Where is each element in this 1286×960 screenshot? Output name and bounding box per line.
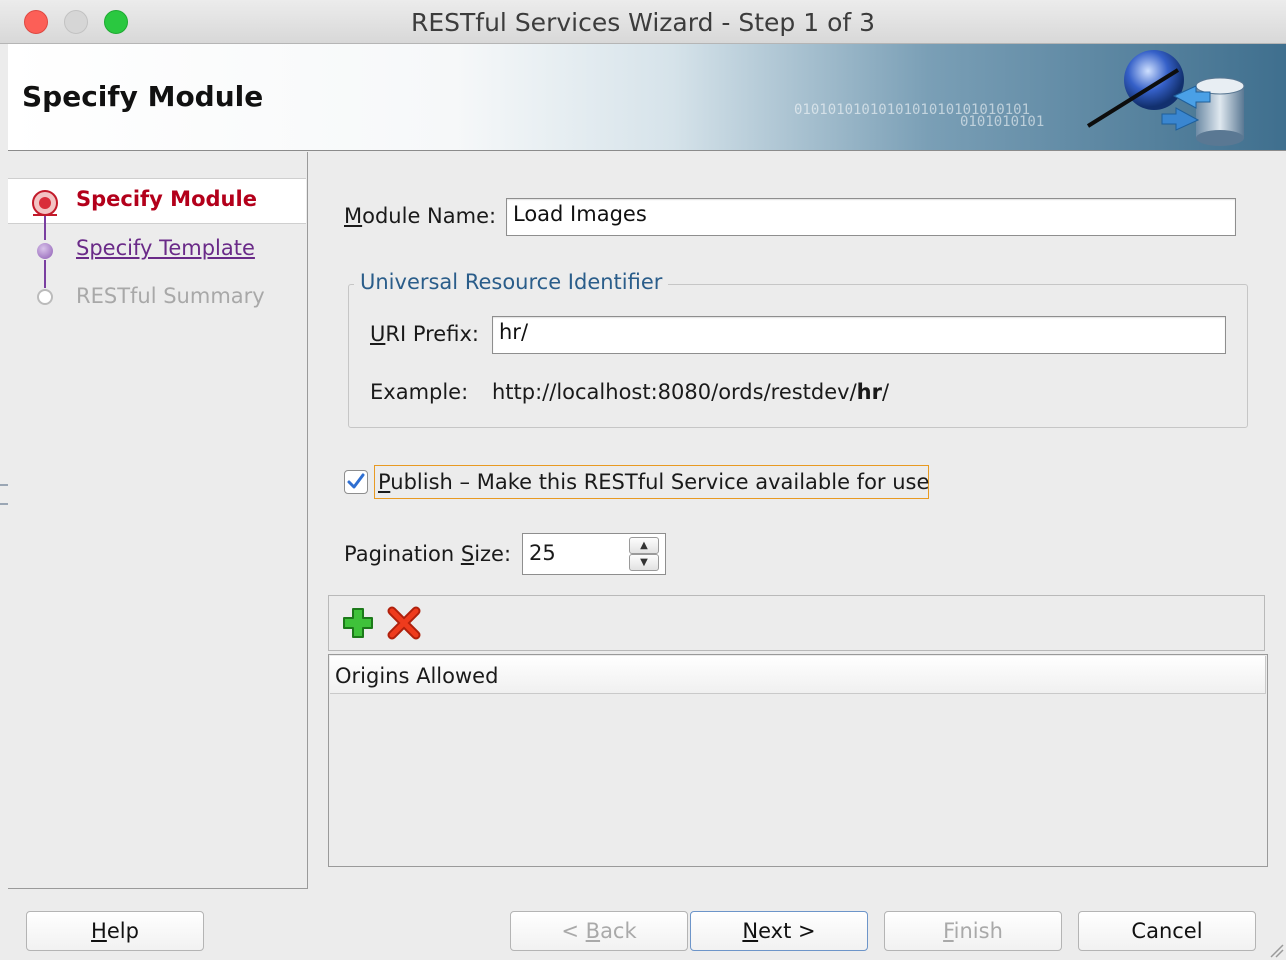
step-connector [44, 216, 46, 240]
origins-table[interactable]: Origins Allowed [328, 654, 1268, 867]
binary-decoration-text-2: 0101010101 [960, 114, 1045, 130]
example-url: http://localhost:8080/ords/restdev/hr/ [492, 380, 890, 404]
module-name-input[interactable]: Load Images [506, 198, 1236, 236]
pagination-size-stepper[interactable]: 25 ▲ ▼ [522, 533, 666, 575]
pagination-size-label: Pagination Size: [344, 542, 512, 566]
publish-label[interactable]: Publish – Make this RESTful Service avai… [378, 470, 929, 494]
window-edge-mark [0, 484, 8, 486]
resize-grip-icon[interactable] [1268, 942, 1284, 958]
finish-button[interactable]: Finish [884, 911, 1062, 951]
step-empty-dot-icon [37, 289, 53, 305]
checkmark-icon [347, 473, 365, 489]
spinner-down-icon[interactable]: ▼ [629, 554, 659, 571]
step-restful-summary: RESTful Summary [76, 284, 265, 308]
cancel-button[interactable]: Cancel [1078, 911, 1256, 951]
uri-prefix-input[interactable]: hr/ [492, 316, 1226, 354]
uri-group-title: Universal Resource Identifier [354, 270, 669, 294]
globe-database-icon [1086, 50, 1245, 146]
module-name-label: Module Name: [344, 204, 497, 228]
step-specify-module: Specify Module [76, 187, 257, 211]
add-origin-icon[interactable] [341, 606, 375, 640]
spinner-up-icon[interactable]: ▲ [629, 537, 659, 554]
step-dot-icon [37, 243, 53, 259]
window-title: RESTful Services Wizard - Step 1 of 3 [410, 8, 876, 37]
remove-origin-icon[interactable] [387, 606, 421, 640]
help-button[interactable]: Help [26, 911, 204, 951]
origins-column-header[interactable]: Origins Allowed [330, 656, 1266, 694]
page-title: Specify Module [22, 80, 264, 113]
origins-toolbar [328, 595, 1265, 651]
window-edge-mark [0, 503, 8, 505]
current-step-icon [32, 190, 58, 216]
next-button[interactable]: Next > [690, 911, 868, 951]
uri-group-box [348, 284, 1248, 428]
publish-checkbox[interactable] [344, 470, 368, 494]
wizard-header: Specify Module 0101010101010101010101010… [8, 44, 1286, 151]
step-specify-template-link[interactable]: Specify Template [76, 236, 255, 260]
wizard-steps-panel: Specify Module Specify Template RESTful … [8, 152, 308, 889]
pagination-size-value[interactable]: 25 [529, 541, 556, 565]
back-button[interactable]: < Back [510, 911, 688, 951]
window-titlebar: RESTful Services Wizard - Step 1 of 3 [0, 0, 1286, 44]
origins-column-header-label: Origins Allowed [335, 664, 499, 688]
step-connector-2 [44, 260, 46, 288]
example-label: Example: [370, 380, 469, 404]
uri-prefix-label: URI Prefix: [370, 322, 479, 346]
